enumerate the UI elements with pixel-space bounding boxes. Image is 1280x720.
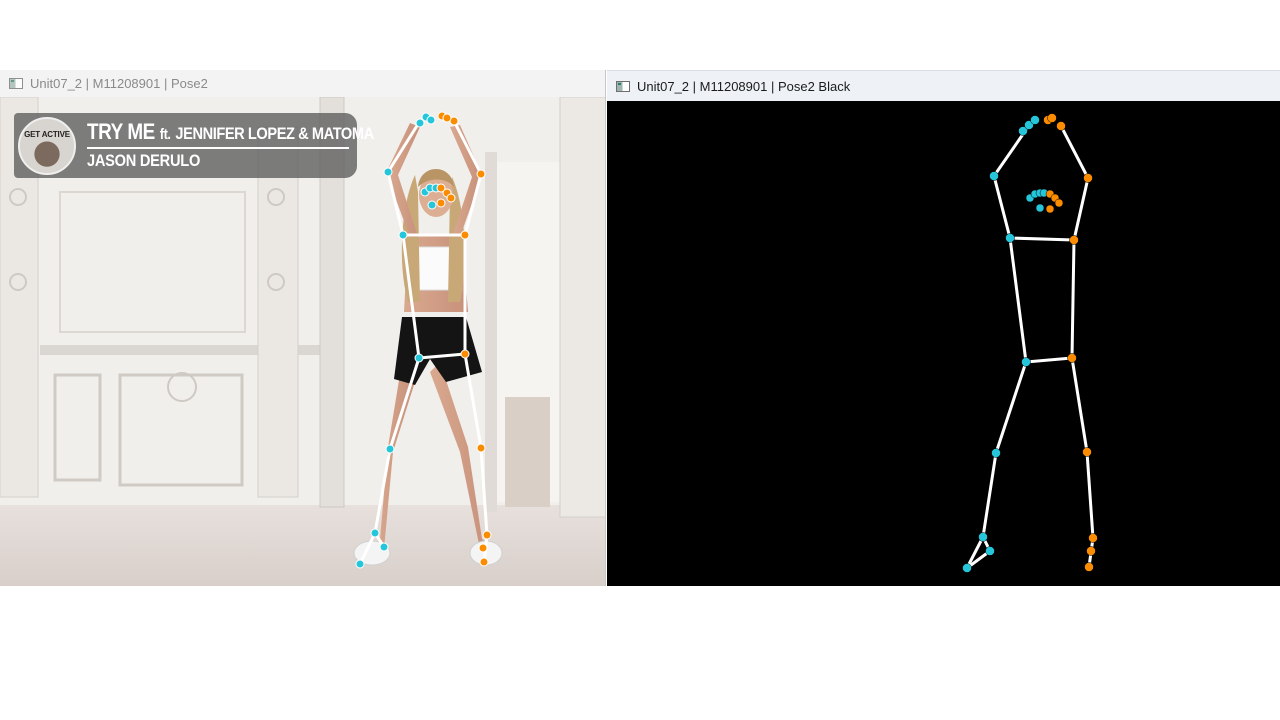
keypoint-right-shoulder <box>1069 235 1079 245</box>
keypoint-right-hand <box>1047 113 1057 123</box>
keypoint-left-hand <box>426 115 436 125</box>
keypoint-left-toe <box>962 563 972 573</box>
keypoint-right-toe <box>1084 562 1094 572</box>
pose-keypoints <box>962 113 1098 573</box>
keypoint-right-heel <box>478 543 488 553</box>
app-icon <box>616 80 630 92</box>
pose2-window-title: Unit07_2 | M11208901 | Pose2 <box>30 76 208 91</box>
logo-text: GET ACTIVE <box>24 130 70 139</box>
floor <box>0 505 605 586</box>
keypoint-left-shoulder <box>1005 233 1015 243</box>
skeleton-right-forearm <box>1059 124 1090 180</box>
keypoint-left-toe <box>355 559 365 569</box>
pillar-center <box>257 126 299 498</box>
keypoint-left-wrist <box>415 118 425 128</box>
video-scene: GET ACTIVE TRY ME ft. JENNIFER LOPEZ & M… <box>0 97 605 586</box>
keypoint-left-knee <box>991 448 1001 458</box>
keypoint-right-ankle <box>1088 533 1098 543</box>
keypoint-right-wrist <box>1056 121 1066 131</box>
pose2-titlebar[interactable]: Unit07_2 | M11208901 | Pose2 <box>0 70 605 98</box>
skeleton-left-upper-arm <box>992 174 1012 240</box>
skeleton-shoulders <box>1008 236 1076 242</box>
keypoint-face <box>1054 198 1064 208</box>
song-title-text: TRY ME <box>87 119 155 144</box>
skeleton-left-shin <box>981 451 998 539</box>
keypoint-left-knee <box>385 444 395 454</box>
keypoint-right-toe <box>479 557 489 567</box>
pose-skeleton-drawing <box>962 113 1098 573</box>
keypoint-right-shoulder <box>460 230 470 240</box>
song-title: TRY ME ft. JENNIFER LOPEZ & MATOMA <box>87 119 374 145</box>
skeleton-right-torso <box>1070 238 1076 360</box>
keypoint-face <box>446 193 456 203</box>
keypoint-mouth <box>427 200 437 210</box>
keypoint-right-hand <box>442 113 452 123</box>
song-banner: GET ACTIVE TRY ME ft. JENNIFER LOPEZ & M… <box>14 113 374 178</box>
keypoint-left-ankle <box>978 532 988 542</box>
banner-divider <box>87 147 349 149</box>
keypoint-left-elbow <box>383 167 393 177</box>
keypoint-left-ankle <box>370 528 380 538</box>
app-icon <box>9 78 23 89</box>
artist-name: JASON DERULO <box>87 151 201 170</box>
keypoint-right-ankle <box>482 530 492 540</box>
skeleton-right-thigh <box>1070 356 1089 454</box>
hallway-floor <box>505 397 550 507</box>
skeleton-left-thigh <box>994 360 1028 455</box>
pose-skeleton <box>965 124 1095 570</box>
pose2-black-titlebar[interactable]: Unit07_2 | M11208901 | Pose2 Black <box>607 70 1280 102</box>
door-jamb <box>485 152 497 512</box>
pillar-right <box>559 97 605 518</box>
feat-prefix: ft. <box>159 126 171 143</box>
pose2-window: Unit07_2 | M11208901 | Pose2 GET ACTIVE … <box>0 70 606 586</box>
keypoint-left-heel <box>985 546 995 556</box>
skeleton-right-upper-arm <box>1072 176 1090 242</box>
keypoint-mouth <box>1035 203 1045 213</box>
keypoint-left-shoulder <box>398 230 408 240</box>
pose2-video-frame: GET ACTIVE TRY ME ft. JENNIFER LOPEZ & M… <box>0 97 605 586</box>
keypoint-right-hip <box>1067 353 1077 363</box>
keypoint-right-hip <box>460 349 470 359</box>
keypoint-right-knee <box>1082 447 1092 457</box>
featured-artists: JENNIFER LOPEZ & MATOMA <box>175 124 374 143</box>
keypoint-mouth <box>436 198 446 208</box>
skeleton-hips <box>1024 356 1074 364</box>
keypoint-left-hip <box>414 353 424 363</box>
keypoint-right-knee <box>476 443 486 453</box>
keypoint-mouth <box>1045 204 1055 214</box>
keypoint-right-elbow <box>1083 173 1093 183</box>
skeleton-left-torso <box>1008 236 1028 364</box>
keypoint-left-hip <box>1021 357 1031 367</box>
pose-canvas <box>607 101 1280 586</box>
pose2-black-window-title: Unit07_2 | M11208901 | Pose2 Black <box>637 78 851 94</box>
keypoint-left-heel <box>379 542 389 552</box>
skeleton-right-shin <box>1085 450 1095 540</box>
keypoint-right-elbow <box>476 169 486 179</box>
get-active-logo: GET ACTIVE <box>18 117 76 175</box>
keypoint-left-elbow <box>989 171 999 181</box>
pose2-black-window: Unit07_2 | M11208901 | Pose2 Black <box>607 70 1280 586</box>
keypoint-left-hand <box>1030 115 1040 125</box>
keypoint-right-heel <box>1086 546 1096 556</box>
